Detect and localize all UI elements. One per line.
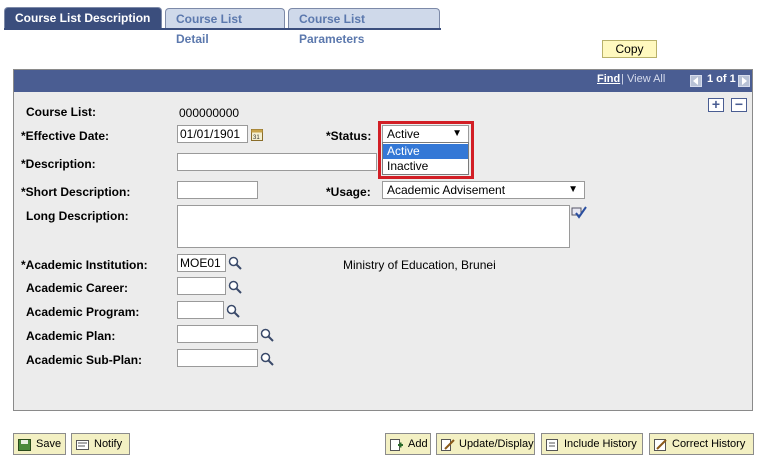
long-description-label: Long Description: [26,209,129,223]
academic-program-field[interactable] [177,301,224,319]
short-description-field[interactable] [177,181,258,199]
save-label: Save [36,438,62,450]
search-icon[interactable] [260,328,274,342]
add-row-icon[interactable]: + [708,97,724,112]
academic-plan-field[interactable] [177,325,258,343]
chevron-down-icon: ▼ [568,184,578,195]
tab-underline [4,28,441,30]
academic-subplan-field[interactable] [177,349,258,367]
tab-course-list-description[interactable]: Course List Description [4,7,162,29]
copy-button[interactable]: Copy [602,40,657,58]
status-label: *Status: [326,129,372,143]
notify-button[interactable]: Notify [71,433,130,455]
academic-career-label: Academic Career: [26,281,129,295]
include-history-label: Include History [564,438,637,450]
academic-program-label: Academic Program: [26,305,140,319]
search-icon[interactable] [226,304,240,318]
tab-bar: Course List Description Course List Deta… [0,0,761,46]
include-history-button[interactable]: Include History [541,433,643,455]
tab-course-list-detail[interactable]: Course List Detail [165,8,285,46]
short-description-label: *Short Description: [21,185,131,199]
add-label: Add [408,438,428,450]
svg-text:31: 31 [253,135,260,141]
previous-icon[interactable] [690,75,702,87]
highlight-box [378,121,474,179]
search-icon[interactable] [228,280,242,294]
notify-label: Notify [94,438,123,450]
search-icon[interactable] [260,352,274,366]
academic-subplan-label: Academic Sub-Plan: [26,353,143,367]
save-icon [18,438,32,451]
view-all-link[interactable]: View All [627,73,665,85]
notify-icon [76,438,90,450]
find-link[interactable]: Find [597,73,620,85]
delete-row-icon[interactable]: − [731,97,747,112]
course-list-value: 000000000 [179,106,240,120]
add-icon [390,438,404,451]
save-button[interactable]: Save [13,433,66,455]
spellcheck-icon[interactable] [571,205,587,220]
update-display-icon [441,438,455,451]
search-icon[interactable] [228,256,242,270]
add-button[interactable]: Add [385,433,431,455]
include-history-icon [546,438,560,451]
usage-select[interactable]: Academic Advisement ▼ [382,181,585,199]
long-description-field[interactable] [177,205,570,248]
academic-career-field[interactable] [177,277,226,295]
correct-history-button[interactable]: Correct History [649,433,754,455]
page-count: 1 of 1 [707,73,736,85]
correct-history-label: Correct History [672,438,746,450]
description-field[interactable] [177,153,377,171]
academic-institution-label: *Academic Institution: [21,258,148,272]
effective-date-field[interactable]: 01/01/1901 [177,125,248,143]
update-display-label: Update/Display [459,438,534,450]
update-display-button[interactable]: Update/Display [436,433,535,455]
next-icon[interactable] [738,75,750,87]
course-list-label: Course List: [26,105,97,119]
nav-separator: | [621,73,624,85]
description-label: *Description: [21,157,96,171]
usage-selected-value: Academic Advisement [387,183,506,197]
usage-label: *Usage: [326,185,371,199]
academic-institution-description: Ministry of Education, Brunei [343,258,496,272]
tab-course-list-parameters[interactable]: Course List Parameters [288,8,440,46]
effective-date-label: *Effective Date: [21,129,110,143]
academic-plan-label: Academic Plan: [26,329,116,343]
correct-history-icon [654,438,668,451]
calendar-icon[interactable]: 31 [251,128,263,141]
academic-institution-field[interactable]: MOE01 [177,254,226,272]
